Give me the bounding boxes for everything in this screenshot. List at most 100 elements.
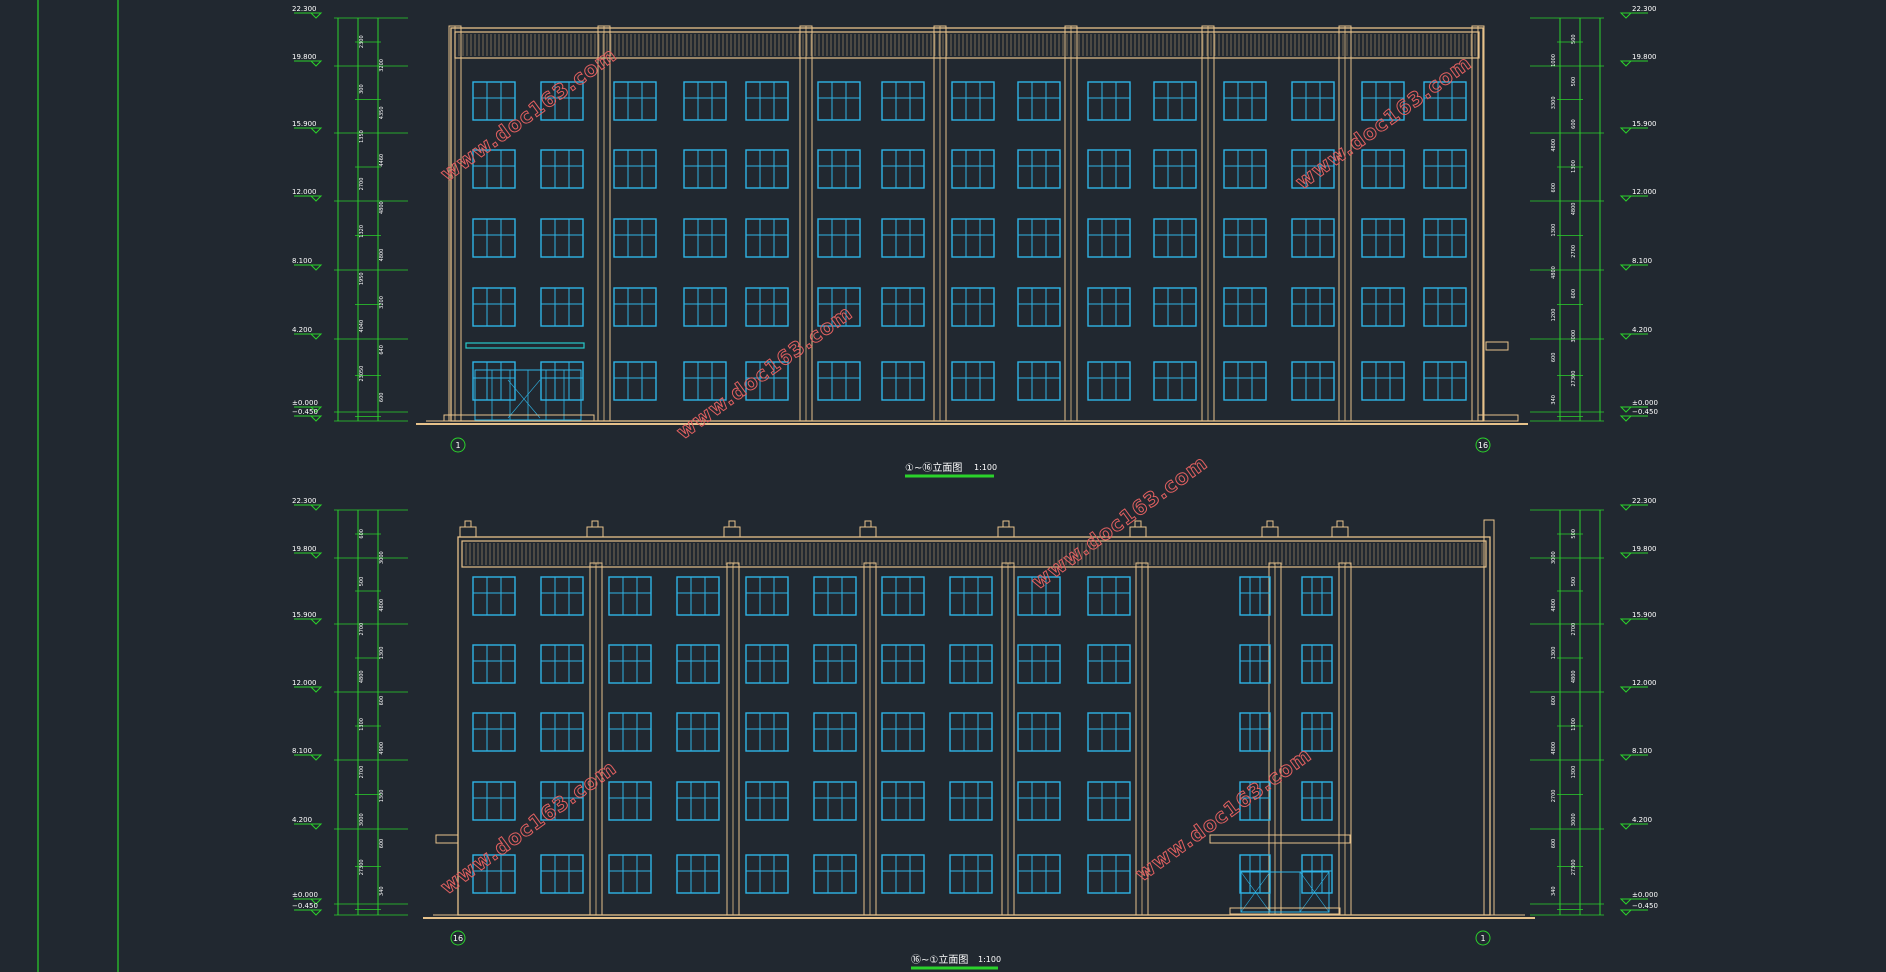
level-label: 4.200 [1632,816,1652,824]
elevation-1-axis-marker-start: 1 [450,437,466,453]
level-triangle [309,195,323,202]
window-frame [1291,218,1335,258]
rear-entrance-glazing [1240,871,1330,913]
window [1017,81,1061,121]
level-label: 15.900 [1632,611,1657,619]
level-triangle [1619,823,1633,830]
window [1087,218,1131,258]
dimension-value: 3000 [359,813,365,826]
window-frame [745,854,789,894]
level-triangle [1619,552,1633,559]
window [949,576,993,616]
watermark-text: www.doc163.com [1291,50,1476,194]
window [608,644,652,684]
window [683,287,727,327]
level-mark: 19.800 [1619,545,1657,559]
level-label: 4.200 [292,816,312,824]
dimension-value: 1300 [1551,647,1557,660]
level-triangle [1619,60,1633,67]
dimension-value: 23050 [359,366,365,382]
dimension-value: 4900 [379,742,385,755]
dimension-value: 600 [1551,183,1557,193]
window [613,149,657,189]
window [745,287,789,327]
dimension-value: 600 [1571,119,1577,129]
right-dimension-rail: 22.300 19.800 15.900 12.000 8.100 4.200 ±0.000… [1530,497,1658,916]
window [1017,361,1061,401]
window-frame [1361,149,1405,189]
watermark-text: www.doc163.com [1131,742,1316,886]
window-frame [1017,644,1061,684]
window-frame [1223,81,1267,121]
elevation-2-axis-end-label: 1 [1480,934,1485,943]
window-frame [676,854,720,894]
dimension-value: 600 [359,529,365,539]
window [1291,361,1335,401]
level-triangle [309,504,323,511]
dimension-value: 2300 [359,35,365,48]
window-frame [1291,81,1335,121]
rear-entrance [1240,871,1330,913]
window-frame [613,361,657,401]
window-frame [881,149,925,189]
window [540,854,584,894]
level-label: 12.000 [292,679,317,687]
window [1361,287,1405,327]
dimension-value: 1320 [359,225,365,238]
window-frame [540,361,584,401]
window-frame [1087,781,1131,821]
level-mark: 22.300 [292,5,323,19]
dimension-value: 3000 [1571,330,1577,343]
window [881,81,925,121]
window [813,781,857,821]
level-triangle [309,127,323,134]
window [1017,149,1061,189]
level-mark: 12.000 [292,679,323,693]
window [540,644,584,684]
level-mark: 4.200 [292,326,323,340]
level-triangle [309,909,323,916]
level-label: 19.800 [292,545,317,553]
dimension-value: 300 [359,84,365,94]
window-frame [951,287,995,327]
dimension-value: 500 [1571,77,1577,87]
window [1017,218,1061,258]
window [1087,644,1131,684]
window-frame [745,81,789,121]
dimension-value: 3200 [379,59,385,72]
window [540,361,584,401]
window [1087,81,1131,121]
elevation-1-title: ①~⑯立面图 [905,461,962,474]
level-label: 8.100 [292,257,312,265]
window [1239,644,1271,684]
dimension-value: 3300 [1551,96,1557,109]
dimension-value: 600 [1551,353,1557,363]
dimension-value: 600 [1551,696,1557,706]
window [1017,712,1061,752]
window-frame [745,781,789,821]
window [1223,287,1267,327]
window-frame [1361,287,1405,327]
roof-vent-cap [1002,520,1010,528]
level-mark: 15.900 [1619,611,1657,625]
window-frame [608,576,652,616]
window-frame [1153,361,1197,401]
window-frame [1423,361,1467,401]
window-frame [1423,218,1467,258]
dimension-value: 600 [379,839,385,849]
window-frame [1153,218,1197,258]
window [745,218,789,258]
window [1423,287,1467,327]
window [951,81,995,121]
window [881,781,925,821]
window [1223,218,1267,258]
window [608,576,652,616]
window-frame [676,576,720,616]
level-label: 12.000 [1632,188,1657,196]
window-frame [949,644,993,684]
level-mark: 22.300 [1619,497,1657,511]
dimension-value: 3000 [1551,551,1557,564]
window [472,644,516,684]
roof-vent [459,520,477,538]
window-frame [540,287,584,327]
